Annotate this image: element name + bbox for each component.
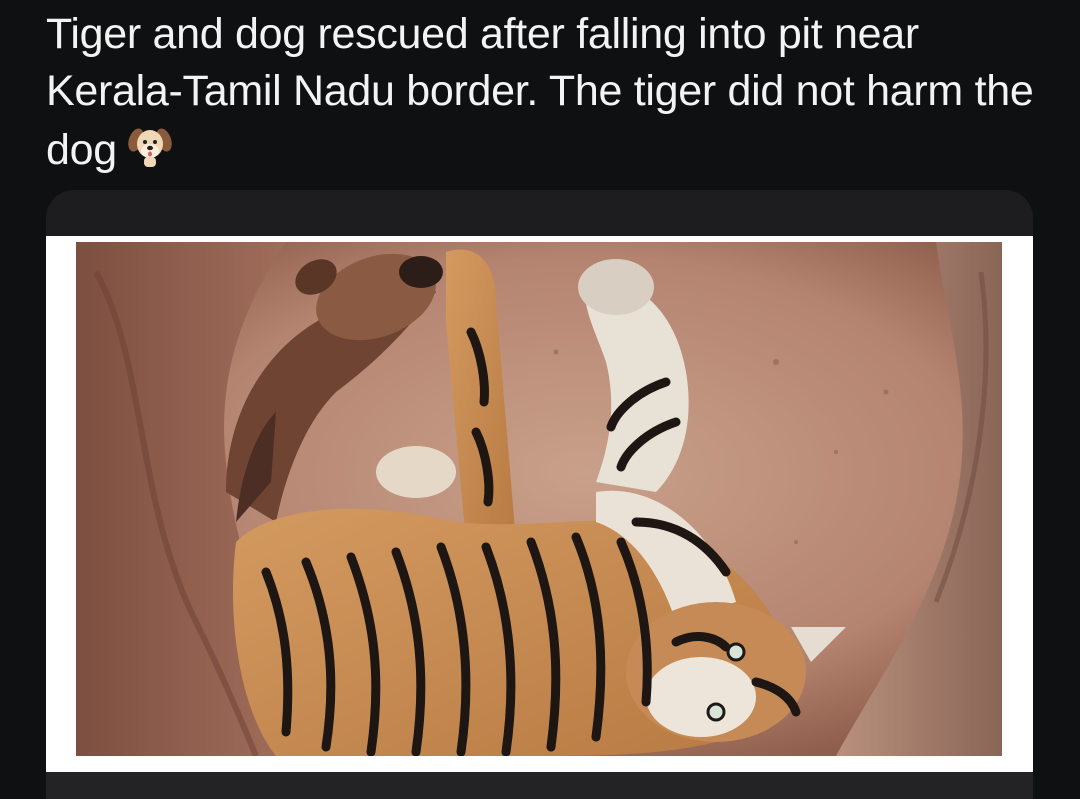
dog-emoji-icon [125,120,175,185]
post-text-content: Tiger and dog rescued after falling into… [46,10,1034,174]
post-text: Tiger and dog rescued after falling into… [46,6,1046,185]
media-frame [46,236,1033,772]
tiger-dog-pit-photo[interactable] [76,242,1002,756]
media-card[interactable] [46,190,1033,799]
media-card-footer [46,772,1033,799]
